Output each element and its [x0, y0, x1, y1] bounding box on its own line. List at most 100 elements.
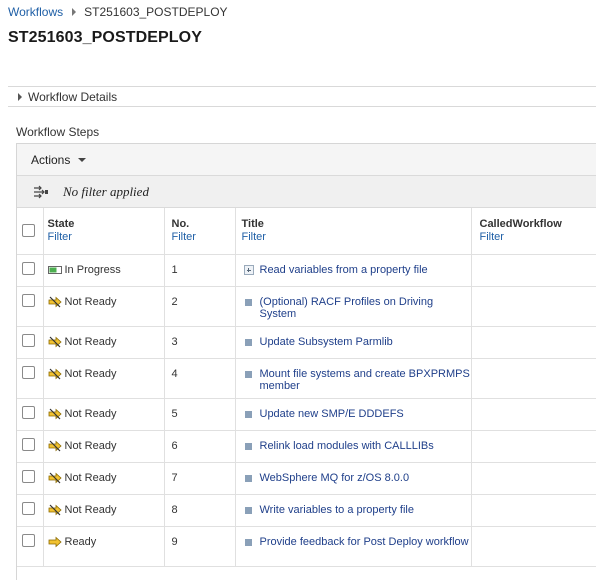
row-called-workflow: [471, 494, 596, 527]
step-title-link[interactable]: Read variables from a property file: [260, 264, 428, 276]
called-workflow-column-header: CalledWorkflow Filter: [471, 208, 596, 255]
table-row[interactable]: Not Ready 2 (Optional) RACF Profiles on …: [17, 286, 596, 327]
row-number: 8: [164, 494, 236, 527]
not-ready-icon: [48, 440, 62, 451]
step-title-link[interactable]: Update Subsystem Parmlib: [260, 336, 393, 348]
breadcrumb-current: ST251603_POSTDEPLOY: [84, 5, 228, 19]
state-column-header: State Filter: [43, 208, 165, 255]
breadcrumb: Workflows ST251603_POSTDEPLOY: [8, 5, 228, 19]
workflow-steps-label: Workflow Steps: [16, 125, 100, 139]
row-checkbox[interactable]: [22, 533, 35, 547]
number-column-header: No. Filter: [164, 208, 236, 255]
in-progress-icon: [47, 265, 62, 274]
title-header-label: Title: [241, 218, 264, 230]
filter-status-text: No filter applied: [63, 183, 149, 199]
workflow-steps-grid: Actions No filter applied State Filter N…: [16, 143, 596, 580]
called-workflow-header-label: CalledWorkflow: [479, 218, 562, 230]
table-row[interactable]: Not Ready 3 Update Subsystem Parmlib: [17, 326, 596, 359]
expand-arrow-icon: [18, 92, 22, 101]
row-state: Not Ready: [64, 503, 117, 516]
row-state: Not Ready: [64, 335, 117, 348]
step-icon: [244, 370, 252, 378]
step-icon: [244, 474, 252, 482]
row-checkbox[interactable]: [22, 333, 35, 347]
row-number: 3: [164, 326, 236, 359]
row-number: 4: [164, 358, 236, 399]
row-state: In Progress: [64, 263, 121, 276]
ready-icon: [48, 536, 62, 547]
title-column-header: Title Filter: [235, 208, 472, 255]
row-checkbox[interactable]: [22, 501, 35, 515]
row-called-workflow: [471, 254, 596, 287]
not-ready-icon: [48, 472, 62, 483]
breadcrumb-workflows-link[interactable]: Workflows: [8, 5, 63, 19]
row-checkbox[interactable]: [22, 469, 35, 483]
row-number: 5: [164, 398, 236, 431]
step-icon: [244, 506, 252, 514]
table-row[interactable]: Not Ready 4 Mount file systems and creat…: [17, 358, 596, 399]
number-filter-link[interactable]: Filter: [172, 231, 235, 243]
row-called-workflow: [471, 430, 596, 463]
row-called-workflow: [471, 526, 596, 567]
row-called-workflow: [471, 286, 596, 327]
number-header-label: No.: [171, 218, 190, 230]
step-icon: [244, 410, 252, 418]
row-called-workflow: [471, 398, 596, 431]
chevron-down-icon: [78, 158, 87, 162]
select-all-cell: [17, 208, 44, 255]
step-title-link[interactable]: Relink load modules with CALLLIBs: [260, 440, 434, 452]
step-title-link[interactable]: WebSphere MQ for z/OS 8.0.0: [260, 472, 410, 484]
breadcrumb-separator-icon: [72, 8, 77, 16]
step-icon: [244, 338, 252, 346]
row-called-workflow: [471, 462, 596, 495]
grid-toolbar: Actions: [17, 144, 596, 176]
step-title-link[interactable]: Update new SMP/E DDDEFS: [260, 408, 404, 420]
table-row[interactable]: Not Ready 5 Update new SMP/E DDDEFS: [17, 398, 596, 431]
page-title: ST251603_POSTDEPLOY: [8, 29, 202, 46]
row-called-workflow: [471, 326, 596, 359]
row-checkbox[interactable]: [22, 437, 35, 451]
row-checkbox[interactable]: [22, 261, 35, 275]
step-title-link[interactable]: Mount file systems and create BPXPRMPS m…: [260, 368, 471, 392]
not-ready-icon: [48, 408, 62, 419]
actions-menu-label: Actions: [31, 152, 71, 167]
select-all-checkbox[interactable]: [22, 224, 35, 237]
step-icon: [244, 538, 252, 546]
step-title-link[interactable]: Provide feedback for Post Deploy workflo…: [260, 536, 469, 548]
row-number: 9: [164, 526, 236, 567]
step-title-link[interactable]: (Optional) RACF Profiles on Driving Syst…: [260, 296, 471, 320]
row-number: 7: [164, 462, 236, 495]
row-number: 6: [164, 430, 236, 463]
not-ready-icon: [48, 336, 62, 347]
table-row[interactable]: Not Ready 8 Write variables to a propert…: [17, 494, 596, 527]
workflow-details-toggle[interactable]: Workflow Details: [8, 86, 596, 107]
row-checkbox[interactable]: [22, 293, 35, 307]
steps-table: State Filter No. Filter Title Filter Cal…: [17, 208, 596, 567]
filter-arrows-icon[interactable]: [33, 185, 49, 199]
called-workflow-filter-link[interactable]: Filter: [480, 231, 596, 243]
row-number: 1: [164, 254, 236, 287]
table-row[interactable]: In Progress 1 Read variables from a prop…: [17, 254, 596, 287]
step-title-link[interactable]: Write variables to a property file: [260, 504, 414, 516]
step-icon: [244, 298, 252, 306]
row-state: Ready: [64, 535, 97, 548]
not-ready-icon: [48, 504, 62, 515]
workflow-details-label: Workflow Details: [28, 89, 118, 104]
row-state: Not Ready: [64, 295, 117, 308]
state-header-label: State: [47, 218, 75, 230]
row-checkbox[interactable]: [22, 405, 35, 419]
row-checkbox[interactable]: [22, 365, 35, 379]
filter-bar: No filter applied: [17, 176, 596, 208]
row-state: Not Ready: [64, 439, 117, 452]
row-called-workflow: [471, 358, 596, 399]
table-row[interactable]: Not Ready 6 Relink load modules with CAL…: [17, 430, 596, 463]
expand-icon[interactable]: [243, 264, 254, 275]
table-row[interactable]: Ready 9 Provide feedback for Post Deploy…: [17, 526, 596, 567]
row-state: Not Ready: [64, 407, 117, 420]
not-ready-icon: [48, 296, 62, 307]
table-header-row: State Filter No. Filter Title Filter Cal…: [17, 208, 596, 255]
title-filter-link[interactable]: Filter: [242, 231, 471, 243]
table-row[interactable]: Not Ready 7 WebSphere MQ for z/OS 8.0.0: [17, 462, 596, 495]
state-filter-link[interactable]: Filter: [48, 231, 164, 243]
actions-menu-button[interactable]: Actions: [31, 152, 87, 167]
